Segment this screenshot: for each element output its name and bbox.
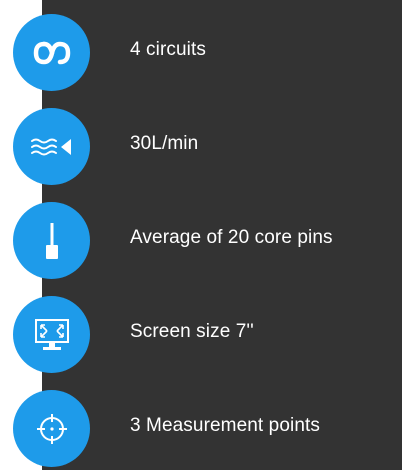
feature-item-screen-size: Screen size 7'' xyxy=(0,282,402,373)
monitor-screen-icon xyxy=(13,296,90,373)
feature-item-measurement-points: 3 Measurement points xyxy=(0,376,402,467)
core-pin-icon xyxy=(13,202,90,279)
feature-label: 30L/min xyxy=(130,133,199,154)
crosshair-target-icon xyxy=(13,390,90,467)
feature-list-page: 4 circuits 30L/min Average of 20 core pi… xyxy=(0,0,402,470)
circuit-loop-icon xyxy=(13,14,90,91)
feature-item-circuits: 4 circuits xyxy=(0,0,402,91)
flow-rate-icon xyxy=(13,108,90,185)
feature-item-core-pins: Average of 20 core pins xyxy=(0,188,402,279)
feature-label: 3 Measurement points xyxy=(130,415,320,436)
feature-item-flow-rate: 30L/min xyxy=(0,94,402,185)
feature-label: Average of 20 core pins xyxy=(130,227,333,248)
feature-label: Screen size 7'' xyxy=(130,321,254,342)
feature-label: 4 circuits xyxy=(130,39,206,60)
